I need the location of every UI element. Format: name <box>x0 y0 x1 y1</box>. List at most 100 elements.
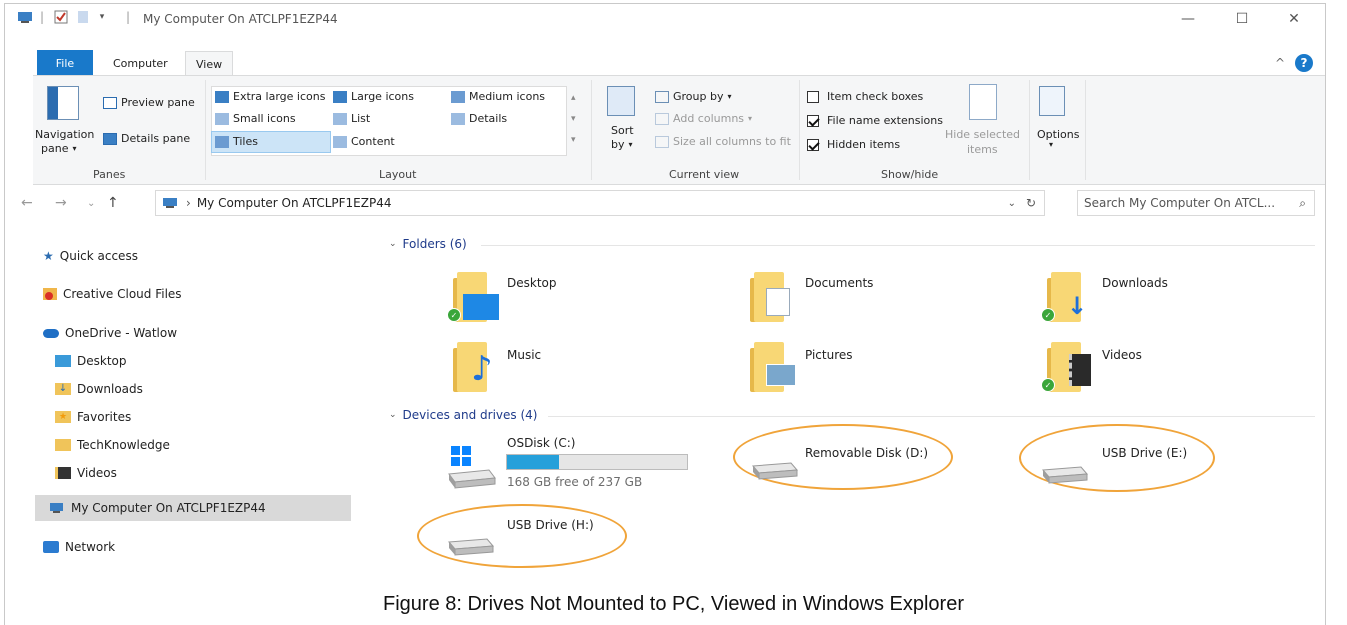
hide-selected-items-button[interactable]: Hide selected <box>945 128 1020 141</box>
folder-downloads[interactable]: Downloads <box>1102 276 1168 290</box>
sort-by-icon[interactable] <box>607 86 635 116</box>
sort-by-dropdown-icon: ▾ <box>628 140 633 149</box>
maximize-button[interactable]: ☐ <box>1219 4 1265 34</box>
documents-folder-icon[interactable] <box>750 272 790 322</box>
drive-d-name[interactable]: Removable Disk (D:) <box>805 446 928 460</box>
nav-onedrive-favorites[interactable]: ★ Favorites <box>55 404 131 430</box>
nav-onedrive-videos[interactable]: Videos <box>55 460 117 486</box>
properties-quick-icon[interactable] <box>53 8 69 26</box>
downloads-folder-icon: ↓ <box>55 383 71 395</box>
up-arrow-icon[interactable]: ↑ <box>107 195 119 211</box>
file-name-extensions-toggle[interactable]: File name extensions <box>807 114 943 127</box>
usb-drive-e-icon[interactable] <box>1041 464 1089 484</box>
hidden-items-toggle[interactable]: Hidden items <box>807 138 900 151</box>
nav-quick-access[interactable]: ★ Quick access <box>43 243 138 269</box>
nav-onedrive-desktop[interactable]: Desktop <box>55 348 127 374</box>
layout-details[interactable]: Details <box>451 112 507 125</box>
nav-network[interactable]: Network <box>43 534 115 560</box>
options-icon[interactable] <box>1039 86 1065 116</box>
forward-arrow-icon[interactable]: → <box>55 195 67 211</box>
collapse-chevron-icon: ⌄ <box>389 239 397 249</box>
close-button[interactable]: ✕ <box>1271 4 1317 34</box>
address-bar[interactable]: › My Computer On ATCLPF1EZP44 ⌄ ↻ <box>155 190 1045 216</box>
layout-list[interactable]: List <box>333 112 370 125</box>
nav-creative-cloud[interactable]: Creative Cloud Files <box>43 281 182 307</box>
layout-small-icons[interactable]: Small icons <box>215 112 296 125</box>
sort-by-button[interactable]: Sort <box>611 124 634 137</box>
hide-selected-items-icon[interactable] <box>969 84 997 120</box>
file-name-extensions-checkbox[interactable] <box>807 114 819 127</box>
folder-desktop[interactable]: Desktop <box>507 276 557 290</box>
layout-content[interactable]: Content <box>333 135 395 148</box>
sort-by-button-line2[interactable]: by ▾ <box>611 138 633 151</box>
customize-toolbar-dropdown-icon[interactable]: ▾ <box>95 8 109 26</box>
hide-selected-items-button-line2[interactable]: items <box>967 143 998 156</box>
details-pane-button[interactable]: Details pane <box>103 132 190 145</box>
size-columns-icon <box>655 135 669 148</box>
pictures-folder-icon[interactable] <box>750 342 796 392</box>
extra-large-icons-icon <box>215 90 229 103</box>
tab-computer[interactable]: Computer <box>103 51 178 75</box>
layout-scroll-arrows-icon[interactable]: ▴ ▾ ▾ <box>571 88 576 151</box>
recent-locations-chevron-icon[interactable]: ⌄ <box>87 198 95 209</box>
search-input[interactable]: Search My Computer On ATCL... ⌕ <box>1077 190 1315 216</box>
item-check-boxes-checkbox[interactable] <box>807 90 819 103</box>
add-columns-button[interactable]: Add columns ▾ <box>655 112 752 125</box>
details-pane-icon <box>103 132 117 145</box>
preview-pane-button[interactable]: Preview pane <box>103 96 195 109</box>
layout-extra-large-icons[interactable]: Extra large icons <box>215 90 325 103</box>
os-disk-icon[interactable] <box>445 444 497 490</box>
desktop-folder-icon[interactable]: ✓ <box>447 272 499 322</box>
collapse-chevron-icon: ⌄ <box>389 410 397 420</box>
help-icon[interactable]: ? <box>1295 54 1313 72</box>
nav-my-computer[interactable]: My Computer On ATCLPF1EZP44 <box>35 495 351 521</box>
music-folder-icon[interactable]: ♪ <box>453 342 493 392</box>
folders-group-header[interactable]: ⌄ Folders (6) <box>389 237 467 251</box>
minimize-button[interactable]: — <box>1165 4 1211 34</box>
removable-disk-icon[interactable] <box>751 460 799 480</box>
address-dropdown-icon[interactable]: ⌄ <box>1008 198 1016 209</box>
computer-app-icon[interactable] <box>15 8 37 26</box>
group-by-button[interactable]: Group by ▾ <box>655 90 732 103</box>
nav-onedrive[interactable]: OneDrive - Watlow <box>43 320 177 346</box>
new-folder-quick-icon[interactable] <box>75 8 91 26</box>
nav-onedrive-techknowledge[interactable]: TechKnowledge <box>55 432 170 458</box>
layout-large-icons[interactable]: Large icons <box>333 90 414 103</box>
size-all-columns-button[interactable]: Size all columns to fit <box>655 135 791 148</box>
drive-c-usage-fill <box>507 455 560 469</box>
videos-folder-icon <box>55 467 71 479</box>
tab-view[interactable]: View <box>185 51 234 76</box>
small-icons-icon <box>215 112 229 125</box>
ribbon-separator <box>799 80 800 180</box>
refresh-icon[interactable]: ↻ <box>1026 196 1036 210</box>
folder-music[interactable]: Music <box>507 348 541 362</box>
item-check-boxes-toggle[interactable]: Item check boxes <box>807 90 923 103</box>
usb-drive-h-icon[interactable] <box>447 536 495 556</box>
nav-onedrive-downloads[interactable]: ↓ Downloads <box>55 376 143 402</box>
details-icon <box>451 112 465 125</box>
tab-file[interactable]: File <box>37 50 93 76</box>
layout-medium-icons[interactable]: Medium icons <box>451 90 545 103</box>
collapse-ribbon-icon[interactable]: ^ <box>1275 56 1285 70</box>
folder-pictures[interactable]: Pictures <box>805 348 853 362</box>
downloads-folder-icon[interactable]: ↓ ✓ <box>1041 272 1087 322</box>
folder-videos[interactable]: Videos <box>1102 348 1142 362</box>
navigation-pane-button-line2[interactable]: pane ▾ <box>41 142 76 155</box>
options-button[interactable]: Options <box>1037 128 1079 141</box>
layout-tiles[interactable]: Tiles <box>215 135 258 148</box>
ribbon-separator <box>1085 80 1086 180</box>
breadcrumb-chevron-icon[interactable]: › <box>186 196 191 210</box>
navigation-pane-button[interactable]: Navigation <box>35 128 94 141</box>
breadcrumb-current[interactable]: My Computer On ATCLPF1EZP44 <box>197 196 392 210</box>
devices-group-header[interactable]: ⌄ Devices and drives (4) <box>389 408 537 422</box>
drive-h-name[interactable]: USB Drive (H:) <box>507 518 594 532</box>
drive-c-name[interactable]: OSDisk (C:) <box>507 436 575 450</box>
navigation-pane-icon[interactable] <box>47 86 79 120</box>
videos-folder-icon[interactable]: ✓ <box>1041 342 1091 392</box>
hidden-items-checkbox[interactable] <box>807 138 819 151</box>
large-icons-icon <box>333 90 347 103</box>
options-dropdown-icon[interactable]: ▾ <box>1049 140 1053 149</box>
back-arrow-icon[interactable]: ← <box>21 195 33 211</box>
drive-e-name[interactable]: USB Drive (E:) <box>1102 446 1187 460</box>
folder-documents[interactable]: Documents <box>805 276 873 290</box>
